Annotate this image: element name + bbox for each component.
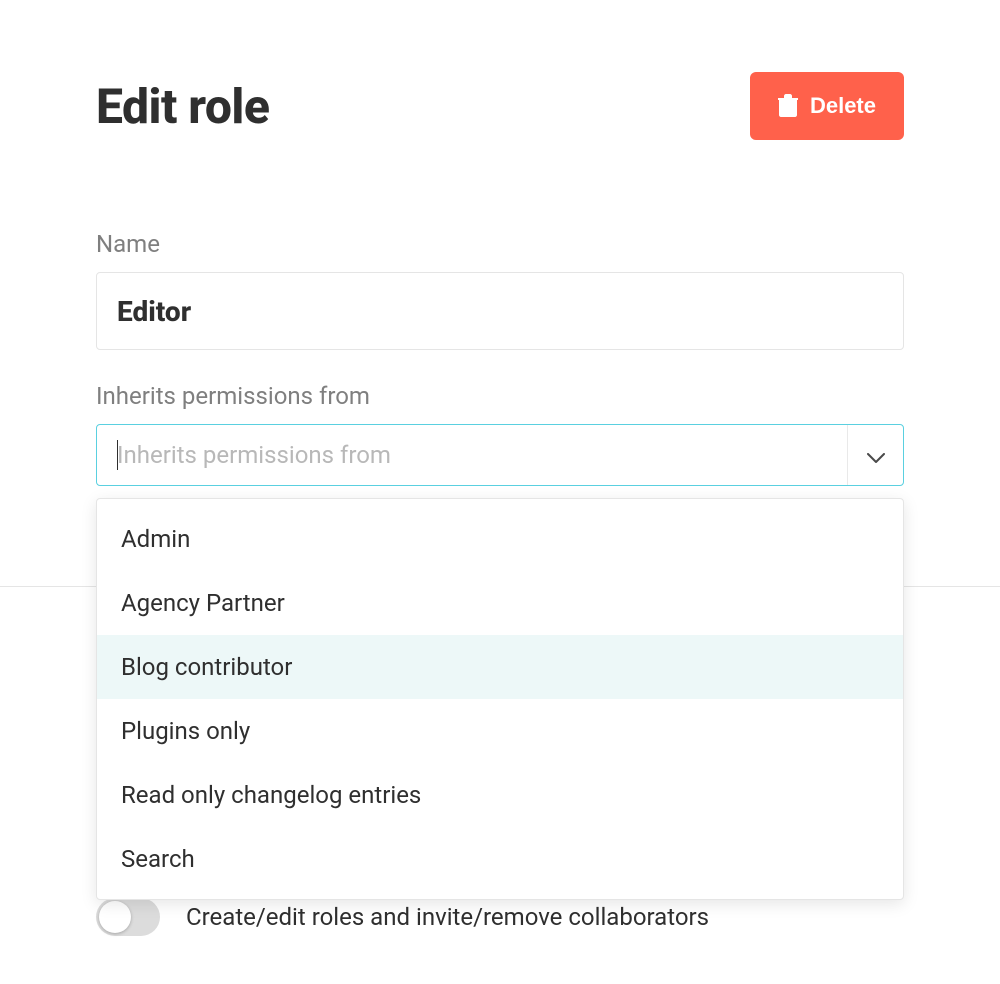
name-label: Name: [96, 230, 904, 258]
name-input[interactable]: [96, 272, 904, 350]
inherits-select[interactable]: Inherits permissions from: [96, 424, 904, 486]
trash-icon: [778, 94, 798, 118]
permission-row-manage-roles: Create/edit roles and invite/remove coll…: [96, 898, 709, 936]
inherits-placeholder: Inherits permissions from: [117, 441, 391, 469]
dropdown-option[interactable]: Agency Partner: [97, 571, 903, 635]
chevron-down-icon: [867, 441, 885, 469]
delete-button[interactable]: Delete: [750, 72, 904, 140]
text-cursor: [117, 440, 118, 470]
inherits-label: Inherits permissions from: [96, 382, 904, 410]
dropdown-option[interactable]: Blog contributor: [97, 635, 903, 699]
inherits-field-group: Inherits permissions from Inherits permi…: [96, 382, 904, 486]
dropdown-option[interactable]: Admin: [97, 507, 903, 571]
toggle-knob: [99, 901, 131, 933]
dropdown-option[interactable]: Read only changelog entries: [97, 763, 903, 827]
dropdown-option[interactable]: Plugins only: [97, 699, 903, 763]
toggle-label-manage-roles: Create/edit roles and invite/remove coll…: [186, 903, 709, 931]
dropdown-option[interactable]: Search: [97, 827, 903, 891]
select-caret-wrap: [847, 425, 903, 485]
name-field-group: Name: [96, 230, 904, 350]
page-header: Edit role Delete: [96, 72, 904, 140]
toggle-manage-roles[interactable]: [96, 898, 160, 936]
page-title: Edit role: [96, 78, 269, 135]
inherits-dropdown: AdminAgency PartnerBlog contributorPlugi…: [96, 498, 904, 900]
delete-button-label: Delete: [810, 93, 876, 119]
